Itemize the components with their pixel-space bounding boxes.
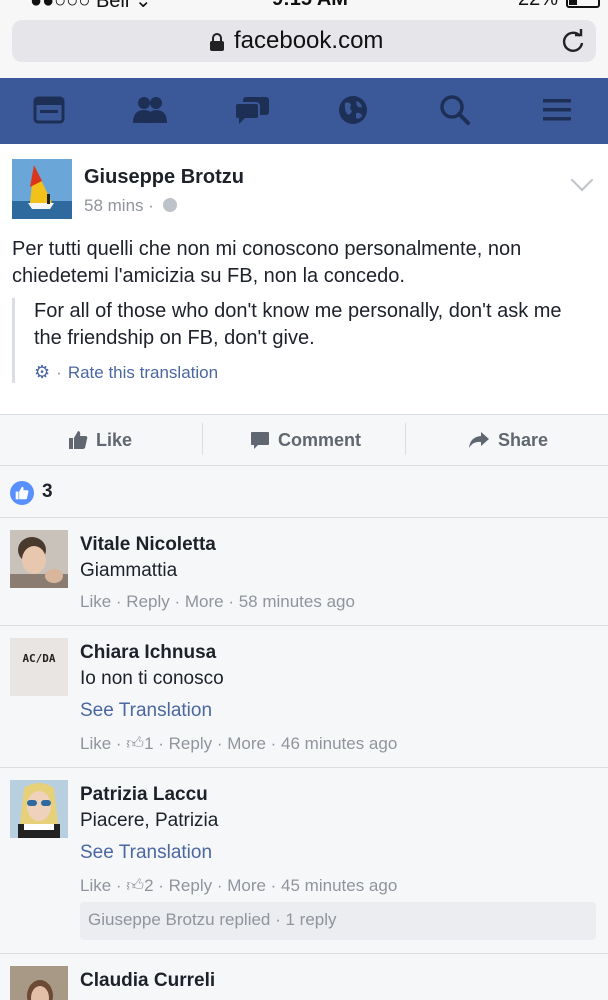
translated-text: For all of those who don't know me perso… xyxy=(34,300,562,349)
address-bar[interactable]: facebook.com xyxy=(12,20,596,62)
comment-text: Io non ti conosco xyxy=(80,668,224,689)
like-button[interactable]: Like xyxy=(68,415,132,465)
comment-item: Claudia Curreli xyxy=(0,954,608,1000)
post-author-name[interactable]: Giuseppe Brotzu xyxy=(84,166,244,189)
comment-meta-rest[interactable]: · Reply · More · 45 minutes ago xyxy=(154,876,397,895)
translation-block: For all of those who don't know me perso… xyxy=(12,298,592,383)
share-button[interactable]: Share xyxy=(468,415,548,465)
reactions-summary[interactable]: 3 xyxy=(0,466,608,518)
news-feed-icon[interactable] xyxy=(29,92,69,128)
comment-text: Piacere, Patrizia xyxy=(80,810,219,831)
lock-icon xyxy=(210,33,224,51)
avatar-shirt-text: AC/DA xyxy=(22,651,56,665)
share-label: Share xyxy=(498,429,549,450)
post-timestamp[interactable]: 58 mins · xyxy=(84,196,177,216)
like-label: Like xyxy=(96,429,133,450)
comment-meta[interactable]: Like · Reply · More · 58 minutes ago xyxy=(80,592,355,612)
commenter-avatar[interactable]: AC/DA xyxy=(10,638,68,696)
browser-chrome: ●●○○○ Bell ⌄ 9:15 AM 22% facebook.com xyxy=(0,0,608,78)
menu-icon[interactable] xyxy=(537,92,577,128)
commenter-avatar[interactable] xyxy=(10,966,68,1000)
clock: 9:15 AM xyxy=(272,0,348,11)
comment-meta-like[interactable]: Like · xyxy=(80,734,126,753)
url-domain: facebook.com xyxy=(234,27,384,54)
see-translation-link[interactable]: See Translation xyxy=(80,842,212,864)
friends-icon[interactable] xyxy=(130,92,170,128)
replies-summary[interactable]: Giuseppe Brotzu replied · 1 reply xyxy=(80,902,596,940)
post-card: Giuseppe Brotzu 58 mins · Per tutti quel… xyxy=(0,144,608,414)
carrier-label: ●●○○○ Bell ⌄ xyxy=(30,0,152,12)
globe-icon xyxy=(162,198,177,212)
post-time-text: 58 mins · xyxy=(84,196,159,215)
thumbs-up-icon xyxy=(69,431,88,449)
comment-meta-like[interactable]: Like · xyxy=(80,876,126,895)
comment-item: AC/DA Chiara Ichnusa Io non ti conosco S… xyxy=(0,626,608,768)
rate-translation-link[interactable]: Rate this translation xyxy=(68,363,218,383)
comment-button[interactable]: Comment xyxy=(250,415,361,465)
battery-percent: 22% xyxy=(518,0,558,11)
comment-meta: Like · 👍︎1 · Reply · More · 46 minutes a… xyxy=(80,733,397,754)
thumbs-up-outline-icon: 👍︎ xyxy=(126,876,145,895)
separator-dot: · xyxy=(56,362,62,382)
comment-label: Comment xyxy=(278,429,362,450)
comment-item: Patrizia Laccu Piacere, Patrizia See Tra… xyxy=(0,768,608,954)
share-arrow-icon xyxy=(469,432,489,448)
comment-icon xyxy=(251,432,269,449)
post-author-avatar[interactable] xyxy=(12,159,72,219)
commenter-name[interactable]: Patrizia Laccu xyxy=(80,784,208,806)
commenter-name[interactable]: Claudia Curreli xyxy=(80,970,215,992)
comment-like-count: 1 xyxy=(144,734,154,753)
see-translation-link[interactable]: See Translation xyxy=(80,700,212,722)
comment-item: Vitale Nicoletta Giammattia Like · Reply… xyxy=(0,518,608,626)
comment-text: Giammattia xyxy=(80,560,178,581)
post-text: Per tutti quelli che non mi conoscono pe… xyxy=(12,238,522,287)
battery-icon xyxy=(566,0,600,8)
rate-translation: ⚙ · Rate this translation xyxy=(34,362,592,383)
search-icon[interactable] xyxy=(435,92,475,128)
post-action-bar: Like Comment Share xyxy=(0,414,608,466)
comment-meta-rest[interactable]: · Reply · More · 46 minutes ago xyxy=(154,734,397,753)
reaction-count: 3 xyxy=(42,481,53,502)
post-options-chevron-icon[interactable] xyxy=(570,168,594,192)
thumbs-up-outline-icon: 👍︎ xyxy=(126,734,145,753)
comment-meta: Like · 👍︎2 · Reply · More · 45 minutes a… xyxy=(80,875,397,896)
gear-icon[interactable]: ⚙ xyxy=(34,362,50,383)
commenter-avatar[interactable] xyxy=(10,530,68,588)
reload-icon[interactable] xyxy=(560,28,586,54)
commenter-name[interactable]: Vitale Nicoletta xyxy=(80,534,216,556)
notifications-globe-icon[interactable] xyxy=(333,92,373,128)
comment-like-count: 2 xyxy=(144,876,154,895)
status-bar: ●●○○○ Bell ⌄ 9:15 AM 22% xyxy=(0,0,608,12)
facebook-nav-bar xyxy=(0,78,608,144)
commenter-avatar[interactable] xyxy=(10,780,68,838)
messages-icon[interactable] xyxy=(232,92,272,128)
like-reaction-icon xyxy=(10,481,34,505)
commenter-name[interactable]: Chiara Ichnusa xyxy=(80,642,216,664)
